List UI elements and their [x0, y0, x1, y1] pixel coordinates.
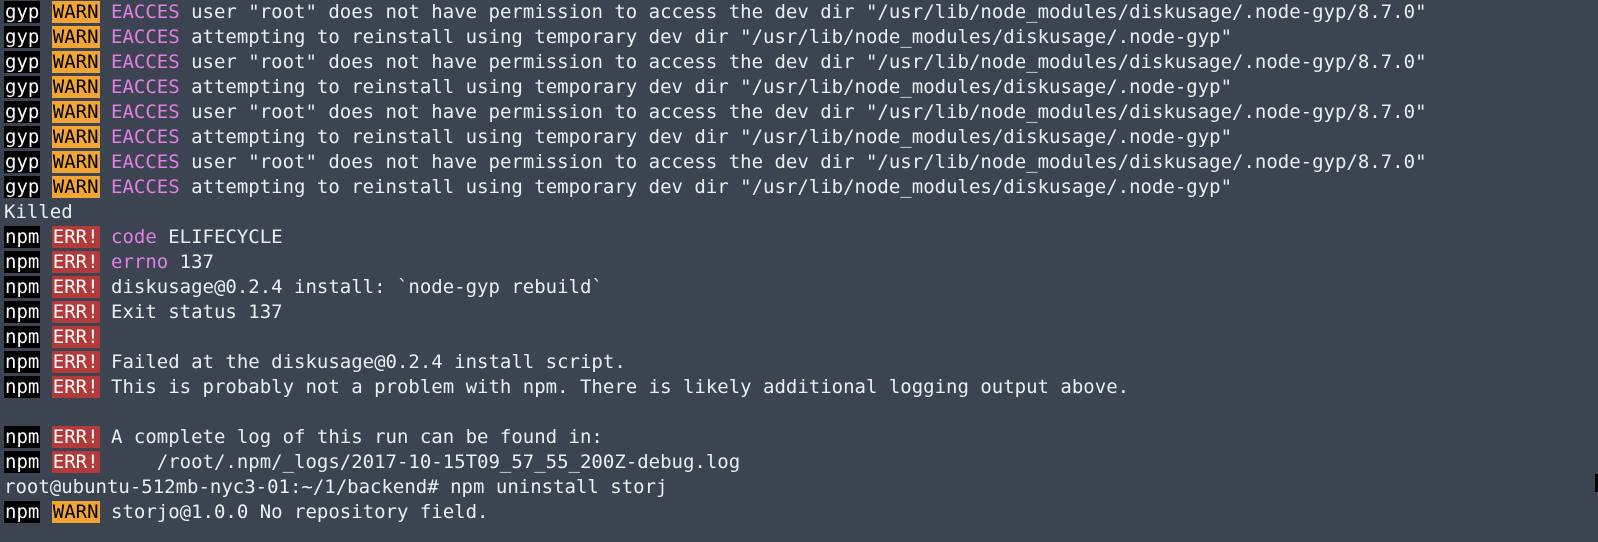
line-prefix: gyp — [4, 151, 41, 173]
err-badge: ERR! — [51, 326, 100, 348]
terminal-line: npm ERR! A complete log of this run can … — [4, 425, 1598, 450]
line-prefix: npm — [4, 226, 41, 248]
terminal-line: npm ERR! Exit status 137 — [4, 300, 1598, 325]
warn-badge: WARN — [51, 26, 100, 48]
line-prefix: gyp — [4, 1, 41, 23]
terminal-line: gyp WARN EACCES user "root" does not hav… — [4, 0, 1598, 25]
line-prefix: npm — [4, 351, 41, 373]
terminal-line: npm ERR! errno 137 — [4, 250, 1598, 275]
terminal-line: gyp WARN EACCES user "root" does not hav… — [4, 50, 1598, 75]
line-prefix: npm — [4, 301, 41, 323]
err-badge: ERR! — [51, 426, 100, 448]
warn-badge: WARN — [51, 101, 100, 123]
terminal-line: npm ERR! diskusage@0.2.4 install: `node-… — [4, 275, 1598, 300]
line-keyword: errno — [111, 251, 169, 273]
terminal-line: npm ERR! This is probably not a problem … — [4, 375, 1598, 400]
terminal-line: root@ubuntu-512mb-nyc3-01:~/1/backend# n… — [4, 475, 1598, 500]
err-badge: ERR! — [51, 451, 100, 473]
line-keyword: EACCES — [111, 151, 180, 173]
terminal-line: gyp WARN EACCES attempting to reinstall … — [4, 25, 1598, 50]
line-keyword: EACCES — [111, 1, 180, 23]
line-text: Exit status 137 — [111, 301, 283, 323]
line-text: attempting to reinstall using temporary … — [191, 176, 1233, 198]
terminal-line: npm ERR! — [4, 325, 1598, 350]
terminal-line: gyp WARN EACCES attempting to reinstall … — [4, 75, 1598, 100]
line-text: user "root" does not have permission to … — [191, 151, 1427, 173]
terminal-output: gyp WARN EACCES user "root" does not hav… — [4, 0, 1598, 525]
line-prefix: npm — [4, 451, 41, 473]
warn-badge: WARN — [51, 151, 100, 173]
line-text: diskusage@0.2.4 install: `node-gyp rebui… — [111, 276, 603, 298]
line-prefix: gyp — [4, 51, 41, 73]
line-keyword: EACCES — [111, 126, 180, 148]
terminal-line: npm ERR! /root/.npm/_logs/2017-10-15T09_… — [4, 450, 1598, 475]
err-badge: ERR! — [51, 276, 100, 298]
err-badge: ERR! — [51, 251, 100, 273]
line-prefix: gyp — [4, 76, 41, 98]
line-prefix: gyp — [4, 26, 41, 48]
err-badge: ERR! — [51, 376, 100, 398]
line-keyword: EACCES — [111, 101, 180, 123]
warn-badge: WARN — [51, 126, 100, 148]
terminal-line: npm ERR! code ELIFECYCLE — [4, 225, 1598, 250]
line-prefix: gyp — [4, 176, 41, 198]
line-keyword: EACCES — [111, 176, 180, 198]
line-keyword: EACCES — [111, 76, 180, 98]
line-text: user "root" does not have permission to … — [191, 101, 1427, 123]
line-text: A complete log of this run can be found … — [111, 426, 603, 448]
line-text: attempting to reinstall using temporary … — [191, 26, 1233, 48]
line-text: user "root" does not have permission to … — [191, 51, 1427, 73]
terminal-line: npm WARN storjo@1.0.0 No repository fiel… — [4, 500, 1598, 525]
line-prefix: npm — [4, 251, 41, 273]
line-text: Failed at the diskusage@0.2.4 install sc… — [111, 351, 626, 373]
err-badge: ERR! — [51, 301, 100, 323]
line-prefix: gyp — [4, 126, 41, 148]
warn-badge: WARN — [51, 76, 100, 98]
err-badge: ERR! — [51, 226, 100, 248]
line-text: root@ubuntu-512mb-nyc3-01:~/1/backend# n… — [4, 476, 668, 498]
warn-badge: WARN — [51, 51, 100, 73]
line-text: Killed — [4, 201, 73, 223]
terminal-line: gyp WARN EACCES user "root" does not hav… — [4, 150, 1598, 175]
terminal-line: gyp WARN EACCES user "root" does not hav… — [4, 100, 1598, 125]
line-text: attempting to reinstall using temporary … — [191, 76, 1233, 98]
line-prefix: npm — [4, 501, 41, 523]
line-prefix: npm — [4, 376, 41, 398]
line-text: user "root" does not have permission to … — [191, 1, 1427, 23]
line-prefix: gyp — [4, 101, 41, 123]
warn-badge: WARN — [51, 1, 100, 23]
warn-badge: WARN — [51, 501, 100, 523]
line-prefix: npm — [4, 326, 41, 348]
line-keyword: code — [111, 226, 157, 248]
line-text: This is probably not a problem with npm.… — [111, 376, 1130, 398]
line-text: /root/.npm/_logs/2017-10-15T09_57_55_200… — [111, 451, 741, 473]
terminal-line: npm ERR! Failed at the diskusage@0.2.4 i… — [4, 350, 1598, 375]
line-prefix: npm — [4, 276, 41, 298]
line-keyword: EACCES — [111, 26, 180, 48]
terminal-window[interactable]: gyp WARN EACCES user "root" does not hav… — [0, 0, 1598, 542]
warn-badge: WARN — [51, 176, 100, 198]
err-badge: ERR! — [51, 351, 100, 373]
terminal-line: gyp WARN EACCES attempting to reinstall … — [4, 175, 1598, 200]
line-prefix: npm — [4, 426, 41, 448]
line-text: 137 — [179, 251, 214, 273]
terminal-line: Killed — [4, 200, 1598, 225]
terminal-line: gyp WARN EACCES attempting to reinstall … — [4, 125, 1598, 150]
line-keyword: EACCES — [111, 51, 180, 73]
line-text: attempting to reinstall using temporary … — [191, 126, 1233, 148]
line-text: storjo@1.0.0 No repository field. — [111, 501, 489, 523]
line-text: ELIFECYCLE — [168, 226, 283, 248]
